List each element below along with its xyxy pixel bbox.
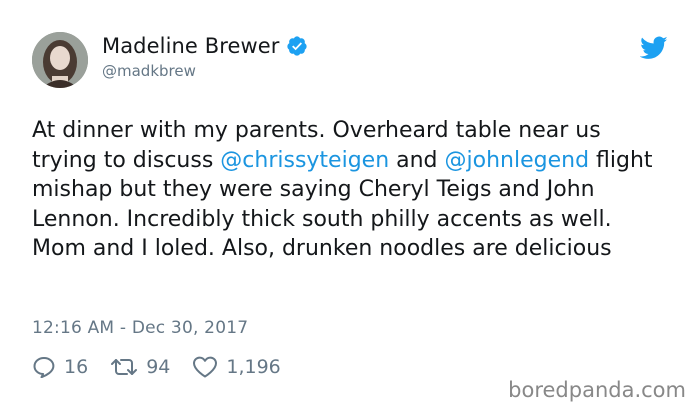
- verified-badge-icon: [286, 36, 307, 56]
- retweet-button[interactable]: 94: [110, 356, 170, 378]
- tweet-card: Madeline Brewer @madkbrew At dinner with…: [0, 0, 700, 413]
- twitter-bird-icon[interactable]: [640, 36, 668, 60]
- author-name-row: Madeline Brewer: [102, 34, 308, 58]
- tweet-text-segment: and: [389, 147, 445, 173]
- author-handle[interactable]: @madkbrew: [102, 62, 196, 80]
- tweet-text: At dinner with my parents. Overheard tab…: [32, 116, 672, 264]
- reply-count: 16: [64, 356, 89, 378]
- tweet-actions: 16 94 1,196: [32, 356, 303, 378]
- tweet-timestamp[interactable]: 12:16 AM - Dec 30, 2017: [32, 318, 248, 338]
- like-button[interactable]: 1,196: [192, 356, 281, 378]
- like-count: 1,196: [226, 356, 281, 378]
- reply-button[interactable]: 16: [32, 356, 88, 378]
- retweet-count: 94: [146, 356, 171, 378]
- mention-link[interactable]: @chrissyteigen: [220, 148, 389, 173]
- retweet-icon: [111, 359, 138, 375]
- heart-icon: [193, 356, 218, 378]
- avatar[interactable]: [32, 32, 88, 88]
- site-watermark: boredpanda.com: [508, 378, 686, 402]
- display-name[interactable]: Madeline Brewer: [102, 34, 280, 58]
- mention-link[interactable]: @johnlegend: [445, 148, 590, 173]
- reply-icon: [33, 357, 55, 378]
